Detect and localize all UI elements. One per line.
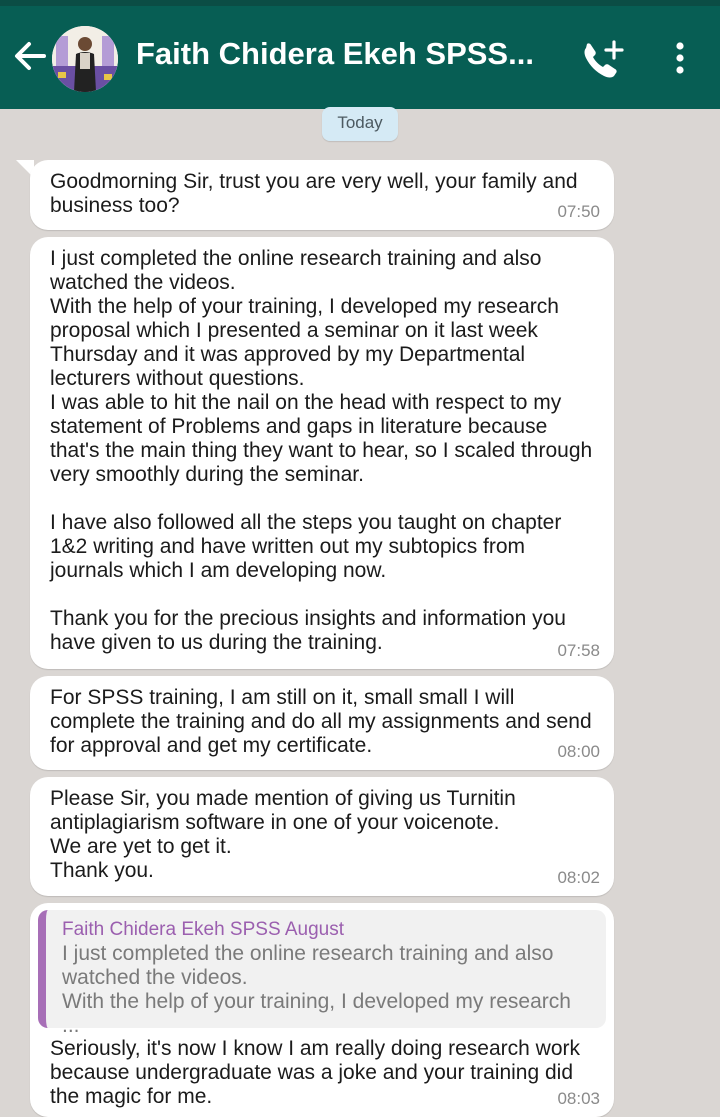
- message-text: Please Sir, you made mention of giving u…: [50, 787, 516, 882]
- message-bubble[interactable]: I just completed the online research tra…: [30, 237, 614, 669]
- message-time: 08:02: [557, 868, 600, 887]
- quoted-sender: Faith Chidera Ekeh SPSS August: [62, 919, 344, 940]
- message-text: Seriously, it's now I know I am really d…: [50, 1037, 586, 1108]
- avatar[interactable]: [52, 26, 118, 92]
- more-vertical-icon[interactable]: [670, 38, 690, 82]
- message-text: Goodmorning Sir, trust you are very well…: [50, 170, 584, 217]
- message-bubble[interactable]: Goodmorning Sir, trust you are very well…: [30, 160, 614, 230]
- quoted-message[interactable]: Faith Chidera Ekeh SPSS August I just co…: [38, 910, 606, 1037]
- date-chip: Today: [322, 107, 398, 141]
- message-bubble[interactable]: Faith Chidera Ekeh SPSS August I just co…: [30, 903, 614, 1117]
- arrow-left-icon[interactable]: [12, 36, 48, 76]
- quoted-text: I just completed the online research tra…: [62, 942, 571, 1037]
- chat-title[interactable]: Faith Chidera Ekeh SPSS...: [136, 36, 556, 72]
- message-bubble[interactable]: Please Sir, you made mention of giving u…: [30, 777, 614, 896]
- message-time: 07:50: [557, 202, 600, 221]
- message-time: 08:00: [557, 742, 600, 761]
- message-text: For SPSS training, I am still on it, sma…: [50, 686, 598, 757]
- chat-header: Faith Chidera Ekeh SPSS...: [0, 6, 720, 109]
- message-time: 07:58: [557, 641, 600, 660]
- message-text: I just completed the online research tra…: [50, 247, 593, 654]
- message-time: 08:03: [557, 1089, 600, 1108]
- add-call-icon[interactable]: [578, 38, 626, 84]
- message-bubble[interactable]: For SPSS training, I am still on it, sma…: [30, 676, 614, 770]
